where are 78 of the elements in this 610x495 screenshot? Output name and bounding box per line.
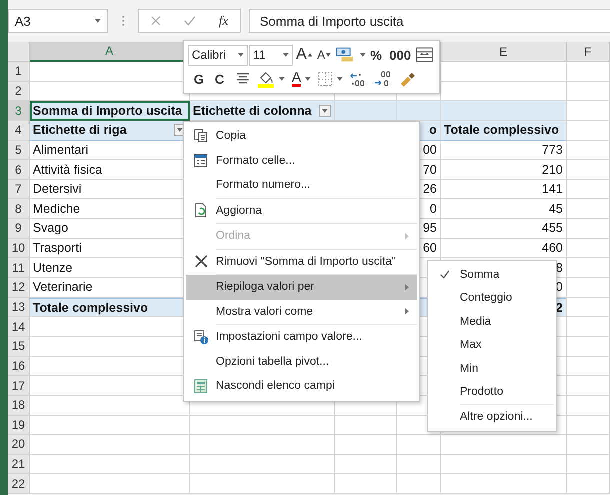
caret-icon [283,53,290,57]
row-number[interactable]: 18 [8,396,30,416]
row-number[interactable]: 8 [8,199,30,220]
name-box[interactable]: A3 [8,9,108,33]
row-number[interactable]: 19 [8,416,30,436]
decrease-decimal-icon [374,71,392,87]
menu-item[interactable]: Nascondi elenco campi [186,374,417,398]
table-cell: Totale complessivo [441,120,567,141]
menu-item[interactable]: Max [430,334,554,357]
up-triangle-icon [308,53,312,57]
wrap-text-button[interactable] [414,44,435,66]
grow-font-button[interactable]: A [294,44,314,66]
row-number[interactable]: 10 [8,238,30,258]
menu-item[interactable]: Prodotto [430,380,554,404]
row-number[interactable]: 16 [8,356,30,376]
column-header[interactable]: E [441,42,567,62]
accounting-format-icon [336,47,356,63]
decrease-decimal-button[interactable] [372,68,394,90]
row-number[interactable]: 13 [8,298,30,318]
increase-decimal-icon [350,71,368,87]
refresh-icon [194,203,208,218]
table-cell: 45 [441,199,567,220]
menu-item[interactable]: Impostazioni campo valore... [186,325,417,350]
bold-button[interactable]: G [192,68,210,90]
format-cells-icon [194,154,208,168]
menu-item[interactable]: Riepiloga valori per [186,275,417,300]
font-color-button[interactable]: A [290,68,314,90]
align-center-icon [236,73,250,85]
checkmark-icon[interactable] [184,16,196,26]
menu-item[interactable]: Min [430,357,554,380]
down-triangle-icon [326,53,332,57]
borders-icon [318,72,334,86]
table-cell: 455 [441,219,567,239]
field-list-icon [194,378,208,394]
format-button[interactable]: 000 [388,44,413,66]
table-cell: 773 [441,140,567,160]
row-number[interactable]: 2 [8,82,30,102]
row-number[interactable]: 20 [8,435,30,455]
row-number[interactable]: 17 [8,376,30,396]
format-button[interactable]: % [368,44,386,66]
table-cell: Somma di Importo uscita [30,101,190,121]
close-icon [194,255,208,268]
row-number[interactable]: 12 [8,278,30,298]
row-number[interactable]: 21 [8,454,30,474]
row-number[interactable]: 11 [8,258,30,278]
row-number[interactable]: 14 [8,317,30,337]
field-settings-icon [194,330,208,345]
fill-color-icon [257,70,275,88]
shrink-font-button[interactable]: A [315,44,334,66]
font-dropdown[interactable]: Calibri [188,44,248,66]
row-number[interactable]: 9 [8,219,30,239]
row-number[interactable]: 3 [8,101,30,121]
menu-item[interactable]: Opzioni tabella pivot... [186,350,417,374]
row-number[interactable]: 22 [8,474,30,494]
insert-function-button[interactable]: fx [219,13,228,29]
table-cell: Etichette di colonna [190,101,335,121]
copy-icon [194,129,208,144]
column-header[interactable]: F [567,42,610,62]
row-number[interactable]: 6 [8,160,30,180]
formula-field[interactable]: Somma di Importo uscita [249,9,610,33]
wrap-text-icon [416,47,433,63]
caret-icon [95,19,101,23]
caret-icon [177,128,183,132]
menu-item[interactable]: Altre opzioni... [430,405,554,428]
row-number[interactable]: 15 [8,336,30,357]
table-cell: 141 [441,180,567,200]
caret-icon [238,53,244,57]
font-size-dropdown[interactable]: 11 [249,44,294,66]
grip-icon [122,15,124,27]
table-cell: 460 [441,238,567,258]
filter-button[interactable] [319,104,331,117]
italic-button[interactable]: C [213,68,231,90]
table-cell: 210 [441,160,567,180]
row-number[interactable]: 7 [8,180,30,200]
row-number[interactable]: 5 [8,140,30,160]
caret-icon [322,108,328,113]
row-number[interactable]: 1 [8,62,30,82]
row-number[interactable]: 4 [8,120,30,141]
